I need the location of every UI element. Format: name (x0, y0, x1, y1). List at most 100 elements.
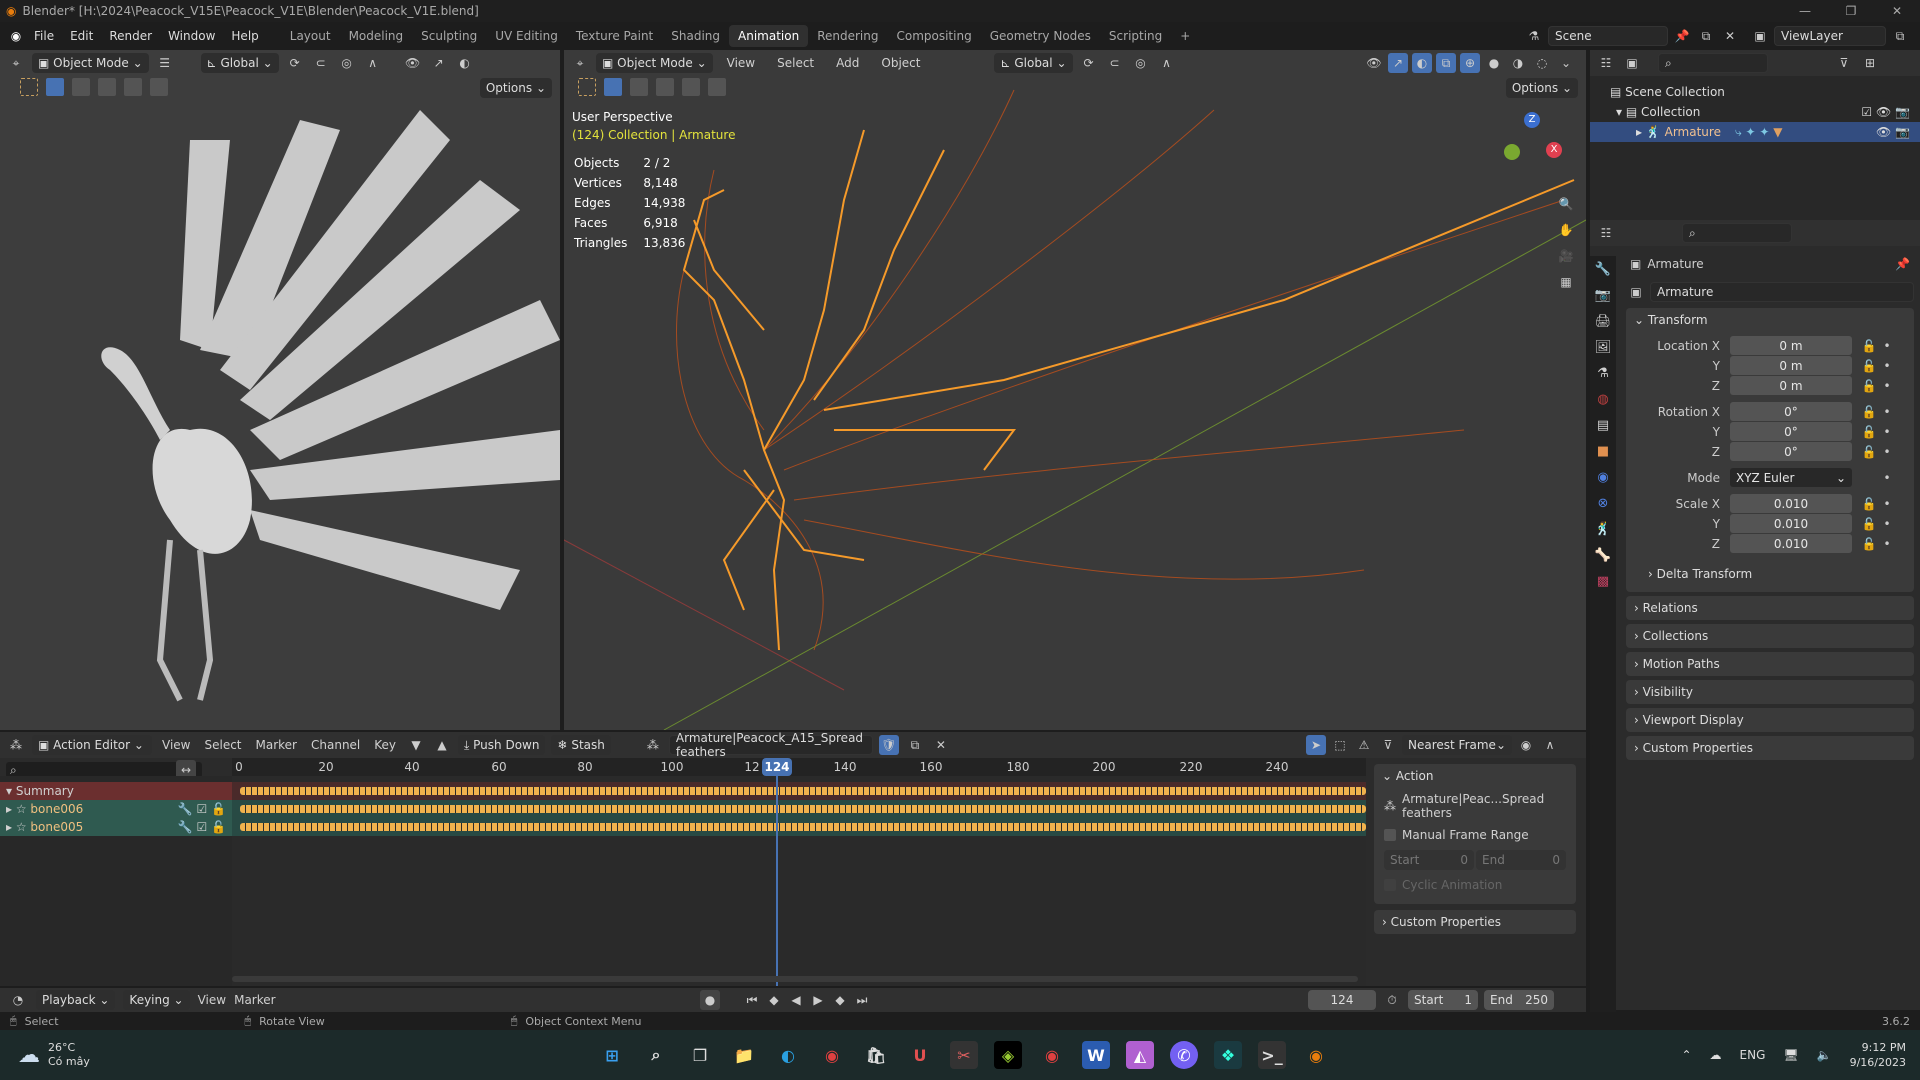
push-down-button[interactable]: ⤓ Push Down (458, 735, 546, 755)
outliner-armature[interactable]: ▸ 🕺 Armature ⤷ ✦ ✦ ▼ 👁 📷 (1590, 122, 1920, 142)
edge-icon[interactable]: ◐ (774, 1041, 802, 1069)
pivot-icon[interactable]: ⟳ (285, 53, 305, 73)
snap-icon[interactable]: ⊂ (311, 53, 331, 73)
cyclic-animation-checkbox[interactable] (1384, 879, 1396, 891)
end-frame-field[interactable]: End 0 (1476, 850, 1566, 870)
rotation-mode-dropdown[interactable]: XYZ Euler ⌄ (1730, 468, 1852, 487)
jump-start-icon[interactable]: ⏮ (742, 990, 762, 1010)
expand-arrow-icon[interactable]: ▸ (1636, 125, 1646, 139)
rotation-y-field[interactable]: 0° (1730, 422, 1852, 441)
expand-arrow-icon[interactable]: ▾ (6, 784, 16, 798)
expand-arrow-icon[interactable]: ▸ (6, 820, 16, 834)
menu-render[interactable]: Render (101, 29, 160, 43)
keyframe-dot-icon[interactable]: • (1880, 339, 1894, 353)
tab-modeling[interactable]: Modeling (340, 25, 413, 47)
pin-icon[interactable]: 📌 (1672, 26, 1692, 46)
clock[interactable]: 9:12 PM 9/16/2023 (1850, 1040, 1906, 1070)
lock-icon[interactable]: 🔓 (1858, 497, 1880, 511)
file-explorer-icon[interactable]: 📁 (730, 1041, 758, 1069)
hamburger-menu-icon[interactable]: ☰ (155, 53, 175, 73)
keying-menu[interactable]: Keying ⌄ (123, 990, 190, 1010)
channel-bone006[interactable]: ▸ ☆ bone006 🔧 ☑ 🔓 (0, 800, 232, 818)
current-frame-indicator[interactable]: 124 (762, 758, 792, 776)
tray-overflow-chevron-icon[interactable]: ⌃ (1681, 1048, 1691, 1062)
fake-user-shield-icon[interactable]: 🛡 (878, 735, 899, 755)
stopwatch-icon[interactable]: ⏱ (1382, 990, 1402, 1010)
menu-window[interactable]: Window (160, 29, 223, 43)
stash-button[interactable]: ❄ Stash (551, 735, 611, 755)
snap-mode-dropdown[interactable]: Nearest Frame ⌄ (1402, 735, 1512, 755)
end-frame-field[interactable]: End 250 (1484, 990, 1554, 1010)
eye-icon[interactable]: 👁 (1876, 105, 1891, 119)
outliner-scene-collection[interactable]: ▤ Scene Collection (1590, 82, 1920, 102)
collections-panel[interactable]: › Collections (1626, 624, 1914, 648)
navigation-gizmo[interactable]: Z X (1496, 112, 1566, 192)
action-panel-header[interactable]: ⌄ Action (1374, 764, 1576, 788)
add-workspace-button[interactable]: + (1171, 25, 1199, 47)
lock-icon[interactable]: 🔓 (1858, 379, 1880, 393)
menu-edit[interactable]: Edit (62, 29, 101, 43)
proportional-edit-icon[interactable]: ◉ (1516, 735, 1536, 755)
lock-icon[interactable]: 🔓 (1858, 537, 1880, 551)
green-app-icon[interactable]: ◈ (994, 1041, 1022, 1069)
display-mode-icon[interactable]: ▣ (1622, 53, 1642, 73)
duplicate-action-icon[interactable]: ⧉ (905, 735, 925, 755)
only-errors-icon[interactable]: ⚠ (1354, 735, 1374, 755)
modifier-wrench-icon[interactable]: 🔧 (178, 820, 193, 834)
relations-panel[interactable]: › Relations (1626, 596, 1914, 620)
minimize-button[interactable]: — (1782, 0, 1828, 22)
falloff-icon[interactable]: ∧ (363, 53, 383, 73)
properties-search-input[interactable]: ⌕ (1682, 223, 1792, 243)
filter-icon[interactable]: ⊽ (1834, 53, 1854, 73)
outliner-collection[interactable]: ▾ ▤ Collection ☑ 👁 📷 (1590, 102, 1920, 122)
channel-bone005[interactable]: ▸ ☆ bone005 🔧 ☑ 🔓 (0, 818, 232, 836)
close-button[interactable]: ✕ (1874, 0, 1920, 22)
location-y-field[interactable]: 0 m (1730, 356, 1852, 375)
expand-arrow-icon[interactable]: ▸ (6, 802, 16, 816)
bone006-keyframes[interactable] (240, 805, 1366, 813)
grid-projection-icon[interactable]: ▦ (1556, 272, 1576, 292)
start-frame-field[interactable]: Start 1 (1408, 990, 1478, 1010)
task-view-icon[interactable]: ❐ (686, 1041, 714, 1069)
tab-uv-editing[interactable]: UV Editing (486, 25, 567, 47)
show-hidden-icon[interactable]: ⬚ (1330, 735, 1350, 755)
expand-arrow-icon[interactable]: ▾ (1616, 105, 1626, 119)
prev-keyframe-icon[interactable]: ◆ (764, 990, 784, 1010)
tab-shading[interactable]: Shading (662, 25, 729, 47)
orientation-dropdown[interactable]: ⊾ Global ⌄ (200, 53, 279, 73)
delete-scene-icon[interactable]: ✕ (1720, 26, 1740, 46)
affinity-photo-icon[interactable]: ◭ (1126, 1041, 1154, 1069)
options-dropdown[interactable]: Options ⌄ (479, 78, 552, 98)
overlay-icon[interactable]: ◐ (455, 53, 475, 73)
select-extend-icon[interactable] (72, 78, 90, 96)
falloff-icon[interactable]: ∧ (1540, 735, 1560, 755)
playhead-line[interactable] (776, 776, 778, 986)
maximize-button[interactable]: ❐ (1828, 0, 1874, 22)
menu-file[interactable]: File (26, 29, 62, 43)
menu-view[interactable]: View (198, 993, 226, 1007)
delete-view-layer-icon[interactable]: ✕ (1914, 26, 1920, 46)
outliner-search-input[interactable]: ⌕ (1658, 53, 1768, 73)
select-new-icon[interactable] (46, 78, 64, 96)
lock-icon[interactable]: 🔓 (1858, 517, 1880, 531)
layer-down-icon[interactable]: ▼ (406, 735, 426, 755)
delta-transform-header[interactable]: › Delta Transform (1626, 562, 1914, 586)
tab-rendering[interactable]: Rendering (808, 25, 887, 47)
custom-properties-panel[interactable]: › Custom Properties (1626, 736, 1914, 760)
transform-header[interactable]: ⌄ Transform (1626, 308, 1914, 332)
gizmo-y-axis[interactable] (1504, 144, 1520, 160)
visibility-icon[interactable]: 👁 (403, 53, 423, 73)
viewport-wireframe[interactable]: ⌖ ▣ Object Mode ⌄ View Select Add Object… (564, 50, 1586, 730)
gizmo-z-axis[interactable]: Z (1524, 112, 1540, 128)
modifier-wrench-icon[interactable]: 🔧 (178, 802, 193, 816)
keyframe-dot-icon[interactable]: • (1880, 537, 1894, 551)
pan-hand-icon[interactable]: ✋ (1556, 220, 1576, 240)
lock-icon[interactable]: 🔓 (1858, 425, 1880, 439)
checkbox-icon[interactable]: ☑ (1861, 105, 1872, 119)
scale-x-field[interactable]: 0.010 (1730, 494, 1852, 513)
motion-paths-panel[interactable]: › Motion Paths (1626, 652, 1914, 676)
rotation-z-field[interactable]: 0° (1730, 442, 1852, 461)
action-name-field[interactable]: Armature|Peacock_A15_Spread feathers (668, 731, 873, 759)
word-icon[interactable]: W (1082, 1041, 1110, 1069)
location-x-field[interactable]: 0 m (1730, 336, 1852, 355)
